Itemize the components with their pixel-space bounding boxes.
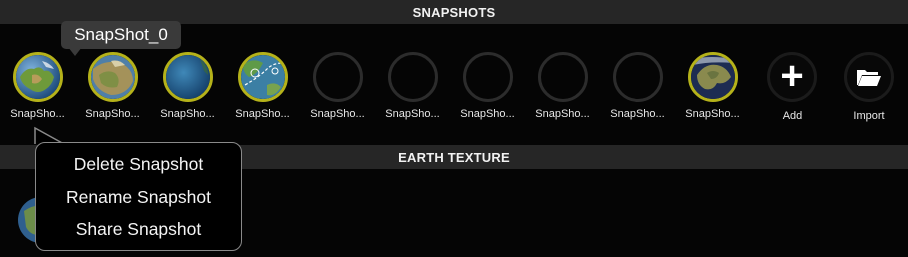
snapshot-slot[interactable]: SnapSho... xyxy=(225,49,300,129)
snapshot-label: SnapSho... xyxy=(160,108,215,120)
europe-night-globe-icon[interactable] xyxy=(688,52,738,102)
earth-texture-header-title: EARTH TEXTURE xyxy=(398,149,510,165)
empty-snapshot-icon[interactable] xyxy=(538,52,588,102)
share-snapshot-menu-item[interactable]: Share Snapshot xyxy=(36,219,241,240)
snapshot-slot[interactable]: SnapSho... xyxy=(525,49,600,129)
snapshot-label: SnapSho... xyxy=(610,108,665,120)
snapshot-slot[interactable]: SnapSho... xyxy=(150,49,225,129)
delete-snapshot-menu-item[interactable]: Delete Snapshot xyxy=(36,154,241,175)
tooltip-pointer xyxy=(68,47,82,56)
plus-icon[interactable]: + xyxy=(767,52,817,102)
folder-open-icon[interactable] xyxy=(844,52,894,102)
snapshot-label: SnapSho... xyxy=(235,108,290,120)
earth-desert-icon[interactable] xyxy=(88,52,138,102)
snapshot-slot[interactable]: SnapSho... xyxy=(75,49,150,129)
snapshot-label: SnapSho... xyxy=(385,108,440,120)
snapshot-label: SnapSho... xyxy=(460,108,515,120)
empty-snapshot-icon[interactable] xyxy=(313,52,363,102)
snapshot-slot[interactable]: SnapSho... xyxy=(675,49,750,129)
snapshots-header-title: SNAPSHOTS xyxy=(412,4,496,20)
snapshot-label: SnapSho... xyxy=(310,108,365,120)
snapshot-context-menu: Delete Snapshot Rename Snapshot Share Sn… xyxy=(35,142,242,251)
rename-snapshot-menu-item[interactable]: Rename Snapshot xyxy=(36,187,241,208)
snapshot-label: SnapSho... xyxy=(10,108,65,120)
earth-globe-icon[interactable] xyxy=(13,52,63,102)
snapshot-row: SnapSho... SnapSho... SnapSho... SnapSho… xyxy=(0,49,908,129)
empty-snapshot-icon[interactable] xyxy=(463,52,513,102)
snapshot-slot[interactable]: SnapSho... xyxy=(375,49,450,129)
snapshot-tooltip: SnapShot_0 xyxy=(61,21,181,49)
snapshot-slot[interactable]: SnapSho... xyxy=(0,49,75,129)
add-snapshot-button[interactable]: + Add xyxy=(755,49,830,129)
snapshot-label: SnapSho... xyxy=(535,108,590,120)
ocean-globe-icon[interactable] xyxy=(163,52,213,102)
empty-snapshot-icon[interactable] xyxy=(388,52,438,102)
snapshot-slot[interactable]: SnapSho... xyxy=(300,49,375,129)
tooltip-text: SnapShot_0 xyxy=(74,25,168,44)
weather-globe-icon[interactable] xyxy=(238,52,288,102)
snapshot-slot[interactable]: SnapSho... xyxy=(600,49,675,129)
import-label: Import xyxy=(853,110,885,122)
add-label: Add xyxy=(782,110,803,122)
import-snapshot-button[interactable]: Import xyxy=(830,49,908,129)
empty-snapshot-icon[interactable] xyxy=(613,52,663,102)
snapshot-label: SnapSho... xyxy=(685,108,740,120)
snapshot-slot[interactable]: SnapSho... xyxy=(450,49,525,129)
snapshot-label: SnapSho... xyxy=(85,108,140,120)
